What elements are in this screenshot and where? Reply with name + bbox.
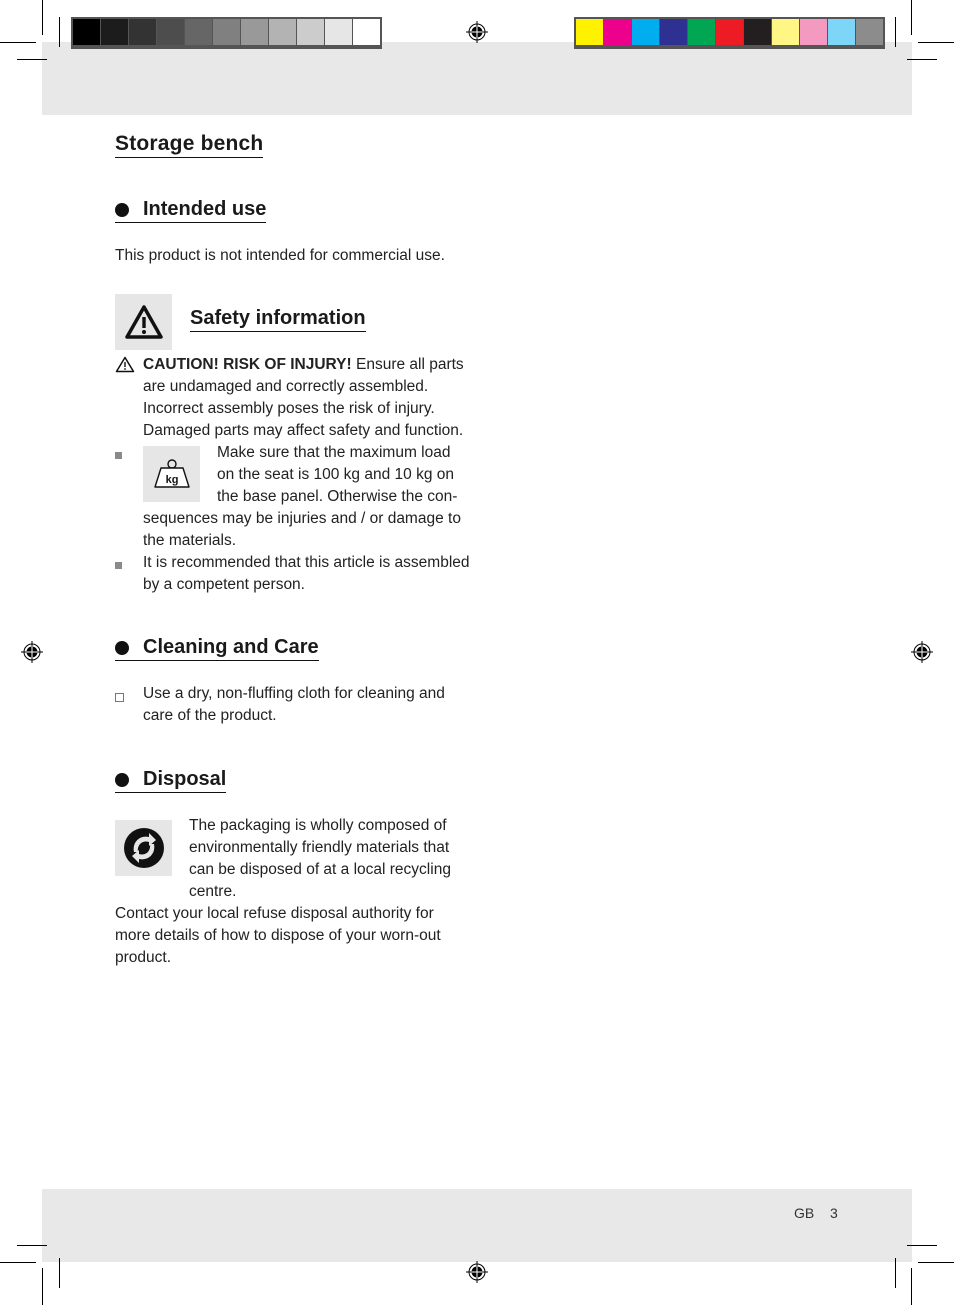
green-dot-recycling-icon xyxy=(123,828,164,868)
bullet-dot-icon xyxy=(115,202,129,217)
load-text-b: sequences may be injuries and / or damag… xyxy=(143,510,461,549)
disposal-heading: Disposal xyxy=(115,768,227,793)
cleaning-heading-text: Cleaning and Care xyxy=(143,636,319,658)
load-text-a: Make sure that the maximum load on the s… xyxy=(217,444,458,505)
grayscale-swatch xyxy=(325,19,352,45)
crop-mark xyxy=(17,1245,47,1246)
footer-band xyxy=(42,1189,912,1262)
grayscale-swatch xyxy=(297,19,324,45)
color-swatch xyxy=(660,19,687,45)
grayscale-swatch xyxy=(241,19,268,45)
bullet-open-square-icon xyxy=(115,693,124,702)
crop-mark xyxy=(42,1268,43,1305)
registration-mark-icon xyxy=(466,21,488,43)
color-swatch xyxy=(856,19,883,45)
crop-mark xyxy=(42,0,43,35)
weight-kg-icon: kg xyxy=(153,459,190,488)
intended-use-text: This product is not intended for commerc… xyxy=(115,247,445,264)
header-band xyxy=(42,42,912,115)
registration-mark-icon xyxy=(21,641,43,663)
bullet-dot-icon xyxy=(115,640,129,655)
grayscale-swatch xyxy=(157,19,184,45)
grayscale-swatch xyxy=(101,19,128,45)
cleaning-text: Use a dry, non-fluffing cloth for cleani… xyxy=(143,685,445,724)
bullet-square-icon xyxy=(115,452,122,459)
color-swatch xyxy=(744,19,771,45)
color-swatch xyxy=(716,19,743,45)
safety-heading-text: Safety information xyxy=(190,307,366,329)
crop-mark xyxy=(17,59,47,60)
packaging-text: The packaging is wholly composed of envi… xyxy=(189,817,451,900)
assembly-text: It is recommended that this article is a… xyxy=(143,554,470,593)
registration-mark-icon xyxy=(911,641,933,663)
intended-use-heading: Intended use xyxy=(115,198,267,223)
color-swatch xyxy=(772,19,799,45)
contact-text: Contact your local refuse disposal autho… xyxy=(115,905,441,966)
crop-mark xyxy=(59,17,60,47)
color-swatch xyxy=(576,19,603,45)
footer-language: GB xyxy=(794,1205,815,1221)
color-swatch xyxy=(800,19,827,45)
grayscale-swatch xyxy=(185,19,212,45)
caution-paragraph: CAUTION! RISK OF INJURY! Ensure all part… xyxy=(143,354,473,442)
cleaning-heading: Cleaning and Care xyxy=(115,636,319,661)
crop-mark xyxy=(907,59,937,60)
grayscale-swatch xyxy=(73,19,100,45)
crop-mark xyxy=(59,1258,60,1288)
recycling-icon-box xyxy=(115,820,172,876)
crop-mark xyxy=(895,17,896,47)
crop-mark xyxy=(918,1262,954,1263)
footer-page-number: 3 xyxy=(830,1205,838,1221)
crop-mark xyxy=(907,1245,937,1246)
weight-icon-label: kg xyxy=(165,474,178,486)
warning-icon-box xyxy=(115,294,172,350)
crop-mark xyxy=(911,0,912,35)
safety-heading: Safety information xyxy=(190,307,366,332)
crop-mark xyxy=(918,42,954,43)
crop-mark xyxy=(0,1262,36,1263)
warning-triangle-icon xyxy=(124,305,163,339)
registration-mark-icon xyxy=(466,1261,488,1283)
color-swatch xyxy=(604,19,631,45)
color-swatch xyxy=(632,19,659,45)
crop-mark xyxy=(895,1258,896,1288)
crop-mark xyxy=(911,1268,912,1305)
document-title: Storage bench xyxy=(115,132,264,158)
crop-mark xyxy=(0,42,36,43)
disposal-heading-text: Disposal xyxy=(143,768,227,790)
grayscale-swatch xyxy=(213,19,240,45)
color-calibration-bar xyxy=(574,17,885,49)
grayscale-swatch xyxy=(353,19,380,45)
caution-triangle-icon xyxy=(115,356,135,373)
color-swatch xyxy=(688,19,715,45)
intended-use-heading-text: Intended use xyxy=(143,198,267,220)
caution-label: CAUTION! RISK OF INJURY! xyxy=(143,356,352,373)
grayscale-swatch xyxy=(269,19,296,45)
bullet-square-icon xyxy=(115,562,122,569)
weight-icon-box: kg xyxy=(143,446,200,502)
grayscale-calibration-bar xyxy=(71,17,382,49)
grayscale-swatch xyxy=(129,19,156,45)
color-swatch xyxy=(828,19,855,45)
bullet-dot-icon xyxy=(115,772,129,787)
